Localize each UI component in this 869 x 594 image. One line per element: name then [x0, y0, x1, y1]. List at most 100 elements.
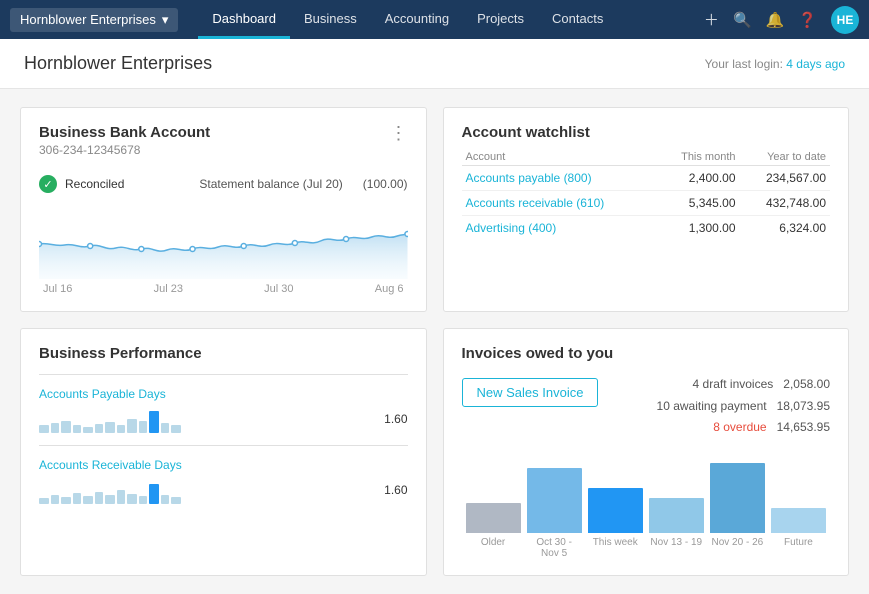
invoices-card: Invoices owed to you New Sales Invoice 4… [443, 328, 850, 576]
page-title: Hornblower Enterprises [24, 53, 212, 74]
watchlist-card: Account watchlist Account This month Yea… [443, 107, 850, 312]
bank-chart-svg [39, 199, 408, 279]
ytd-1: 432,748.00 [740, 191, 830, 216]
perf-bar [95, 424, 103, 433]
ytd-2: 6,324.00 [740, 216, 830, 241]
perf-bar-highlight [149, 484, 159, 504]
table-row: Advertising (400) 1,300.00 6,324.00 [462, 216, 831, 241]
awaiting-count: 10 awaiting payment [657, 399, 767, 413]
perf-divider [39, 374, 408, 375]
perf-bar [61, 497, 71, 504]
perf-bar [51, 495, 59, 504]
perf-value-0: 1.60 [378, 412, 408, 426]
perf-bar [117, 425, 125, 433]
draft-invoices-row: 4 draft invoices 2,058.00 [657, 374, 830, 396]
bar-group-thisweek [588, 488, 643, 533]
bank-title-group: Business Bank Account 306-234-12345678 [39, 124, 210, 167]
overdue-row: 8 overdue 14,653.95 [657, 417, 830, 439]
bar-label-5: Future [771, 537, 826, 559]
nav-accounting[interactable]: Accounting [371, 0, 463, 39]
nav-projects[interactable]: Projects [463, 0, 538, 39]
perf-bar [95, 492, 103, 504]
perf-bar [39, 425, 49, 433]
nav-contacts[interactable]: Contacts [538, 0, 617, 39]
bell-icon[interactable]: 🔔 [766, 11, 785, 29]
perf-bar [83, 496, 93, 504]
nav-items: Dashboard Business Accounting Projects C… [198, 0, 704, 39]
bar-label-3: Nov 13 - 19 [649, 537, 704, 559]
this-month-2: 1,300.00 [657, 216, 740, 241]
statement-label: Statement balance (Jul 20) [199, 177, 342, 191]
reconciled-check-icon: ✓ [39, 175, 57, 193]
perf-label-0[interactable]: Accounts Payable Days [39, 387, 408, 401]
table-row: Accounts receivable (610) 5,345.00 432,7… [462, 191, 831, 216]
invoice-bar-labels: Older Oct 30 - Nov 5 This week Nov 13 - … [462, 537, 831, 559]
watchlist-title: Account watchlist [462, 124, 831, 141]
col-ytd-header: Year to date [740, 149, 830, 166]
navbar: Hornblower Enterprises ▾ Dashboard Busin… [0, 0, 869, 39]
draft-amount: 2,058.00 [783, 377, 830, 391]
perf-bar-area-0: 1.60 [39, 405, 408, 433]
perf-row-1: Accounts Receivable Days [39, 458, 408, 504]
nav-business[interactable]: Business [290, 0, 371, 39]
search-icon[interactable]: 🔍 [733, 11, 752, 29]
bank-chart [39, 199, 408, 279]
perf-bar [161, 495, 169, 504]
col-this-month-header: This month [657, 149, 740, 166]
perf-row-0: Accounts Payable Days 1. [39, 387, 408, 433]
perf-bar [117, 490, 125, 504]
brand-chevron: ▾ [162, 12, 169, 28]
bank-account-card: Business Bank Account 306-234-12345678 ⋮… [20, 107, 427, 312]
account-name-1[interactable]: Accounts receivable (610) [462, 191, 657, 216]
help-icon[interactable]: ❓ [798, 11, 817, 29]
chart-labels: Jul 16 Jul 23 Jul 30 Aug 6 [39, 283, 408, 295]
invoice-bar [649, 498, 704, 533]
bar-label-2: This week [588, 537, 643, 559]
user-avatar[interactable]: HE [831, 6, 859, 34]
watchlist-header-row: Account This month Year to date [462, 149, 831, 166]
perf-bar [127, 494, 137, 504]
watchlist-table: Account This month Year to date Accounts… [462, 149, 831, 240]
perf-bar [171, 425, 181, 433]
invoice-bar [771, 508, 826, 533]
invoice-bars [462, 453, 831, 533]
ytd-0: 234,567.00 [740, 166, 830, 191]
invoices-stats: 4 draft invoices 2,058.00 10 awaiting pa… [657, 374, 830, 439]
draft-count: 4 draft invoices [693, 377, 774, 391]
new-sales-invoice-button[interactable]: New Sales Invoice [462, 378, 599, 407]
bank-account-number: 306-234-12345678 [39, 143, 210, 157]
invoices-chart: Older Oct 30 - Nov 5 This week Nov 13 - … [462, 453, 831, 559]
awaiting-row: 10 awaiting payment 18,073.95 [657, 396, 830, 418]
invoices-header: New Sales Invoice 4 draft invoices 2,058… [462, 374, 831, 439]
perf-bar [127, 419, 137, 433]
overdue-count[interactable]: 8 overdue [713, 420, 766, 434]
brand-label: Hornblower Enterprises [20, 12, 156, 27]
bank-menu-icon[interactable]: ⋮ [390, 124, 408, 142]
perf-bar [139, 421, 147, 433]
chart-label-1: Jul 16 [43, 283, 72, 295]
perf-bar [73, 425, 81, 433]
bank-header: Business Bank Account 306-234-12345678 ⋮ [39, 124, 408, 167]
perf-bar [73, 493, 81, 504]
bar-group-future [771, 508, 826, 533]
last-login-link[interactable]: 4 days ago [786, 57, 845, 71]
account-name-0[interactable]: Accounts payable (800) [462, 166, 657, 191]
perf-bar [39, 498, 49, 504]
reconciled-row: ✓ Reconciled Statement balance (Jul 20) … [39, 175, 408, 193]
nav-right: ＋ 🔍 🔔 ❓ HE [704, 6, 859, 34]
add-icon[interactable]: ＋ [704, 9, 719, 30]
brand-button[interactable]: Hornblower Enterprises ▾ [10, 8, 178, 32]
col-account-header: Account [462, 149, 657, 166]
nav-dashboard[interactable]: Dashboard [198, 0, 290, 39]
bar-label-0: Older [466, 537, 521, 559]
perf-bar [61, 421, 71, 433]
invoice-bar [588, 488, 643, 533]
perf-value-1: 1.60 [378, 483, 408, 497]
perf-label-1[interactable]: Accounts Receivable Days [39, 458, 408, 472]
invoice-bar [527, 468, 582, 533]
perf-title: Business Performance [39, 345, 408, 362]
perf-bar [161, 423, 169, 433]
account-name-2[interactable]: Advertising (400) [462, 216, 657, 241]
perf-bar [105, 422, 115, 433]
bar-label-1: Oct 30 - Nov 5 [527, 537, 582, 559]
